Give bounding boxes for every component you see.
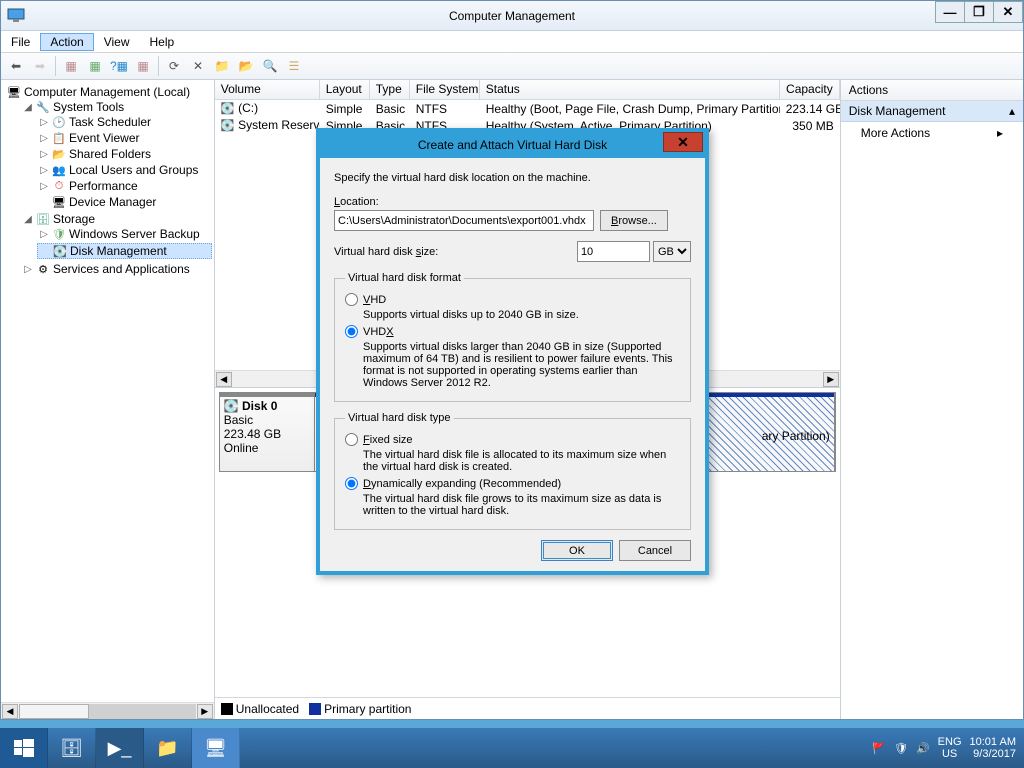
tree-local-users[interactable]: ▷👥Local Users and Groups <box>37 163 212 177</box>
dynamic-description: The virtual hard disk file grows to its … <box>363 493 680 517</box>
tray-language[interactable]: ENGUS <box>938 736 962 760</box>
tray-volume-icon[interactable]: 🔊 <box>916 742 930 755</box>
window-title: Computer Management <box>449 9 575 23</box>
type-group: Virtual hard disk type Fixed size The vi… <box>334 412 691 530</box>
submenu-arrow-icon: ▸ <box>997 126 1003 140</box>
tool-icon[interactable]: ▦ <box>84 55 106 77</box>
vhdx-description: Supports virtual disks larger than 2040 … <box>363 341 680 389</box>
navigation-tree[interactable]: 🖥Computer Management (Local) ◢🔧System To… <box>1 80 215 719</box>
dialog-close-button[interactable]: ✕ <box>663 132 703 152</box>
scroll-left-button[interactable]: ◀ <box>216 372 232 387</box>
create-vhd-dialog: Create and Attach Virtual Hard Disk ✕ Sp… <box>316 128 709 575</box>
tool-icon[interactable]: ▦ <box>132 55 154 77</box>
fixed-description: The virtual hard disk file is allocated … <box>363 449 680 473</box>
scroll-right-button[interactable]: ▶ <box>197 704 213 719</box>
tree-task-scheduler[interactable]: ▷🕑Task Scheduler <box>37 115 212 129</box>
search-icon[interactable]: 🔍 <box>259 55 281 77</box>
delete-icon[interactable]: ✕ <box>187 55 209 77</box>
col-filesystem[interactable]: File System <box>410 80 480 99</box>
tree-disk-management[interactable]: 💽Disk Management <box>37 243 212 259</box>
collapse-icon: ▴ <box>1009 104 1015 118</box>
task-powershell[interactable]: ▶_ <box>96 728 144 768</box>
col-type[interactable]: Type <box>370 80 410 99</box>
close-button[interactable]: ✕ <box>993 1 1023 23</box>
minimize-button[interactable]: — <box>935 1 965 23</box>
system-tray[interactable]: 🚩 🛡 🔊 ENGUS 10:01 AM9/3/2017 <box>872 728 1024 768</box>
size-input[interactable] <box>577 241 650 262</box>
tree-shared-folders[interactable]: ▷📂Shared Folders <box>37 147 212 161</box>
radio-vhd[interactable]: VHD <box>345 293 680 306</box>
col-layout[interactable]: Layout <box>320 80 370 99</box>
menu-file[interactable]: File <box>1 33 40 51</box>
taskbar[interactable]: 🗄 ▶_ 📁 🖥 🚩 🛡 🔊 ENGUS 10:01 AM9/3/2017 <box>0 728 1024 768</box>
scroll-right-button[interactable]: ▶ <box>823 372 839 387</box>
task-server-manager[interactable]: 🗄 <box>48 728 96 768</box>
menu-view[interactable]: View <box>94 33 140 51</box>
tray-icon[interactable]: 🛡 <box>894 742 908 755</box>
volume-row[interactable]: 💽 (C:) Simple Basic NTFS Healthy (Boot, … <box>215 100 840 117</box>
tree-device-manager[interactable]: 🖥Device Manager <box>37 195 212 209</box>
size-label: Virtual hard disk size: <box>334 246 438 258</box>
legend: Unallocated Primary partition <box>215 697 840 719</box>
col-volume[interactable]: Volume <box>215 80 320 99</box>
tray-clock[interactable]: 10:01 AM9/3/2017 <box>970 736 1016 760</box>
menu-help[interactable]: Help <box>140 33 185 51</box>
actions-panel: Actions Disk Management ▴ More Actions ▸ <box>841 80 1023 719</box>
size-unit-select[interactable]: GB <box>653 241 691 262</box>
menu-action[interactable]: Action <box>40 33 93 51</box>
tree-system-tools[interactable]: ◢🔧System Tools <box>21 100 212 114</box>
open-folder-icon[interactable]: 📂 <box>235 55 257 77</box>
radio-fixed[interactable]: Fixed size <box>345 433 680 446</box>
drive-icon: 💽 <box>221 102 235 116</box>
ok-button[interactable]: OK <box>541 540 613 561</box>
title-bar[interactable]: Computer Management — ❐ ✕ <box>1 1 1023 31</box>
tree-services[interactable]: ▷⚙Services and Applications <box>21 262 212 276</box>
tree-storage[interactable]: ◢🗄Storage <box>21 212 212 226</box>
tree-root[interactable]: 🖥Computer Management (Local) <box>5 85 212 99</box>
col-status[interactable]: Status <box>480 80 780 99</box>
vhd-description: Supports virtual disks up to 2040 GB in … <box>363 309 680 321</box>
forward-button[interactable]: ➡ <box>29 55 51 77</box>
actions-header: Actions <box>841 80 1023 101</box>
back-button[interactable]: ⬅ <box>5 55 27 77</box>
tool-icon[interactable]: ▦ <box>60 55 82 77</box>
col-capacity[interactable]: Capacity <box>780 80 840 99</box>
actions-more[interactable]: More Actions ▸ <box>841 122 1023 144</box>
cancel-button[interactable]: Cancel <box>619 540 691 561</box>
tree-wsb[interactable]: ▷🛡Windows Server Backup <box>37 227 212 241</box>
radio-vhdx[interactable]: VHDX <box>345 325 680 338</box>
actions-group-disk-management[interactable]: Disk Management ▴ <box>841 101 1023 122</box>
menu-bar: File Action View Help <box>1 31 1023 53</box>
tree-event-viewer[interactable]: ▷📋Event Viewer <box>37 131 212 145</box>
scroll-thumb[interactable] <box>19 704 89 719</box>
dialog-intro-text: Specify the virtual hard disk location o… <box>334 172 691 184</box>
tray-icon[interactable]: 🚩 <box>872 742 886 755</box>
scroll-left-button[interactable]: ◀ <box>2 704 18 719</box>
legend-unallocated-swatch <box>221 703 233 715</box>
format-group: Virtual hard disk format VHD Supports vi… <box>334 272 691 402</box>
properties-icon[interactable]: ☰ <box>283 55 305 77</box>
maximize-button[interactable]: ❐ <box>964 1 994 23</box>
start-button[interactable] <box>0 728 48 768</box>
help-icon[interactable]: ?▦ <box>108 55 130 77</box>
dialog-title: Create and Attach Virtual Hard Disk <box>418 138 607 152</box>
folder-icon[interactable]: 📁 <box>211 55 233 77</box>
toolbar: ⬅ ➡ ▦ ▦ ?▦ ▦ ⟳ ✕ 📁 📂 🔍 ☰ <box>1 53 1023 80</box>
location-input[interactable] <box>334 210 594 231</box>
legend-primary-swatch <box>309 703 321 715</box>
app-icon <box>7 6 25 24</box>
task-computer-management[interactable]: 🖥 <box>192 728 240 768</box>
browse-button[interactable]: Browse... <box>600 210 668 231</box>
task-explorer[interactable]: 📁 <box>144 728 192 768</box>
refresh-icon[interactable]: ⟳ <box>163 55 185 77</box>
volume-list-header[interactable]: Volume Layout Type File System Status Ca… <box>215 80 840 100</box>
radio-dynamic[interactable]: Dynamically expanding (Recommended) <box>345 477 680 490</box>
tree-performance[interactable]: ▷⏱Performance <box>37 179 212 193</box>
disk-info: 💽 Disk 0 Basic 223.48 GB Online <box>220 393 315 471</box>
dialog-title-bar[interactable]: Create and Attach Virtual Hard Disk ✕ <box>320 132 705 158</box>
drive-icon: 💽 <box>221 119 235 133</box>
location-label: Location: <box>334 196 691 208</box>
